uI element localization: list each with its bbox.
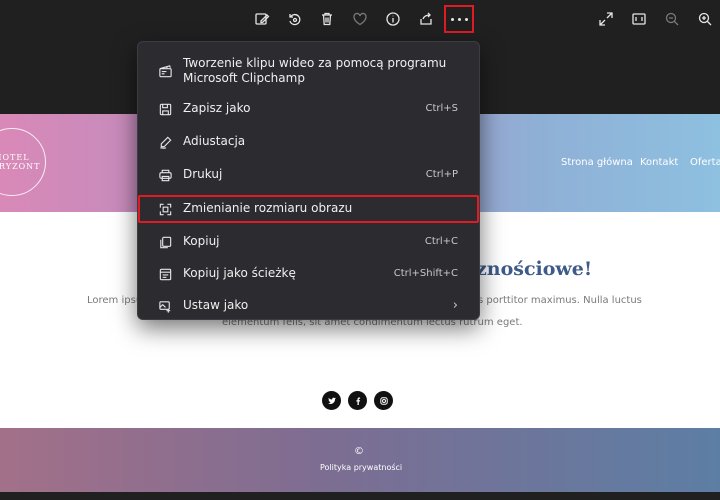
menu-item-set-as[interactable]: Ustaw jako › (138, 293, 479, 319)
menu-item-save-as[interactable]: Zapisz jako Ctrl+S (138, 96, 479, 122)
more-options-button[interactable] (444, 5, 474, 33)
menu-item-markup[interactable]: Adiustacja (138, 129, 479, 155)
menu-item-shortcut: Ctrl+Shift+C (393, 268, 458, 279)
logo-line1: HOTEL (0, 153, 30, 162)
footer-copyright: © (354, 446, 364, 457)
menu-item-shortcut: Ctrl+P (425, 169, 458, 180)
instagram-icon (374, 391, 393, 410)
menu-item-label: Kopiuj (183, 234, 220, 248)
nav-offer: Oferta (690, 157, 720, 168)
nav-contact: Kontakt (640, 157, 679, 168)
menu-item-shortcut: Ctrl+S (425, 103, 458, 114)
menu-item-label: Zapisz jako (183, 101, 251, 115)
more-icon (450, 17, 468, 21)
webpage-headline: znościowe! (476, 258, 593, 280)
logo-line2: HORYZONT (0, 162, 41, 171)
fit-window-icon[interactable] (626, 6, 652, 32)
copy-path-icon (157, 266, 173, 282)
save-icon (157, 101, 173, 117)
more-options-menu: Tworzenie klipu wideo za pomocą programu… (137, 41, 480, 320)
menu-item-label: Kopiuj jako ścieżkę (183, 266, 296, 280)
menu-item-copy-as-path[interactable]: Kopiuj jako ścieżkę Ctrl+Shift+C (138, 261, 479, 287)
chevron-right-icon: › (452, 298, 458, 313)
menu-item-copy[interactable]: Kopiuj Ctrl+C (138, 229, 479, 255)
zoom-out-icon[interactable] (659, 6, 685, 32)
set-as-icon (157, 298, 173, 314)
menu-item-label: Tworzenie klipu wideo za pomocą programu… (183, 56, 447, 85)
rotate-icon[interactable] (281, 6, 307, 32)
edit-image-icon[interactable] (249, 6, 275, 32)
paragraph-line1-right: s porttitor maximus. Nulla luctus (478, 295, 642, 306)
facebook-icon (348, 391, 367, 410)
menu-item-label: Zmienianie rozmiaru obrazu (183, 201, 353, 215)
menu-item-shortcut: Ctrl+C (424, 236, 458, 247)
print-icon (157, 167, 173, 183)
hotel-logo: HOTEL HORYZONT (0, 128, 46, 196)
markup-icon (157, 134, 173, 150)
menu-item-label: Adiustacja (183, 134, 246, 148)
fullscreen-icon[interactable] (593, 6, 619, 32)
nav-home: Strona główna (561, 157, 633, 168)
resize-icon (157, 201, 173, 217)
menu-item-clipchamp[interactable]: Tworzenie klipu wideo za pomocą programu… (138, 54, 479, 88)
zoom-in-icon[interactable] (692, 6, 718, 32)
footer-privacy-link: Polityka prywatności (320, 463, 403, 472)
favorite-icon[interactable] (347, 6, 373, 32)
viewer-toolbar (0, 0, 720, 38)
info-icon[interactable] (380, 6, 406, 32)
clipchamp-icon (157, 63, 173, 79)
delete-icon[interactable] (314, 6, 340, 32)
twitter-icon (322, 391, 341, 410)
menu-item-resize-image[interactable]: Zmienianie rozmiaru obrazu (138, 195, 479, 223)
menu-item-label: Drukuj (183, 167, 223, 181)
webpage-footer: © Polityka prywatności (0, 428, 720, 492)
menu-item-label: Ustaw jako (183, 298, 249, 312)
paragraph-line1-left: Lorem ipsu (87, 295, 143, 306)
menu-item-print[interactable]: Drukuj Ctrl+P (138, 162, 479, 188)
copy-icon (157, 234, 173, 250)
share-icon[interactable] (413, 6, 439, 32)
